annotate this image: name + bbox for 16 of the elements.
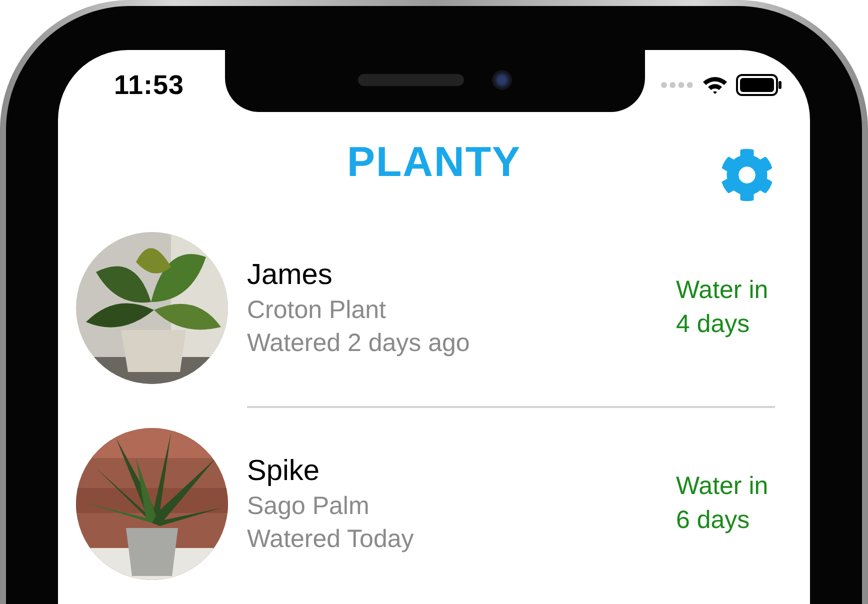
speaker-icon: [358, 74, 464, 86]
watered-status: Watered Today: [247, 524, 415, 554]
plant-species: Sago Palm: [247, 492, 370, 520]
plant-species: Croton Plant: [247, 296, 387, 324]
plant-name: Spike: [247, 454, 321, 488]
status-time: 11:53: [114, 70, 184, 100]
watered-status: Watered 2 days ago: [247, 328, 471, 358]
wifi-icon: [702, 75, 728, 95]
battery-icon: [736, 74, 782, 96]
water-due: Water in 6 days: [676, 471, 770, 536]
water-due: Water in 4 days: [676, 275, 770, 340]
settings-icon[interactable]: [720, 148, 774, 202]
signal-icon: [660, 81, 694, 89]
app-title: PLANTY: [347, 138, 521, 186]
plant-name: James: [247, 258, 334, 292]
camera-icon: [492, 70, 512, 90]
